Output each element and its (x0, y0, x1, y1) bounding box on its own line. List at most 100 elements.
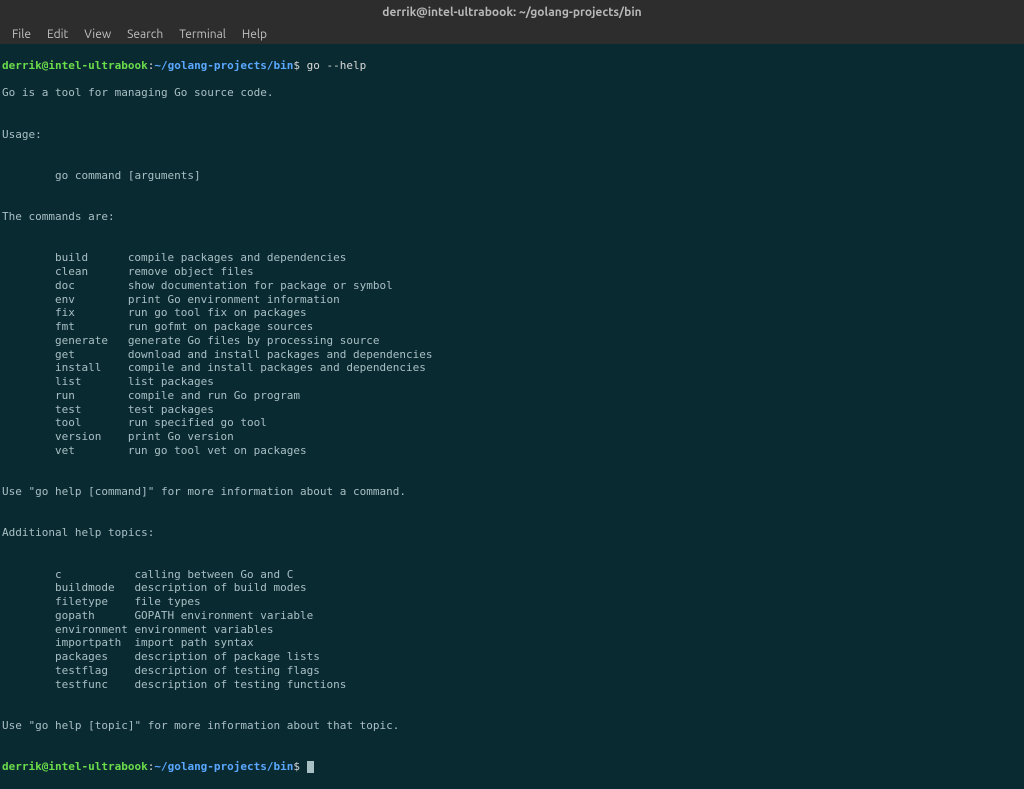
prompt-path: ~/golang-projects/bin (154, 760, 293, 773)
command-desc: run go tool vet on packages (128, 444, 307, 457)
command-row: generategenerate Go files by processing … (2, 334, 379, 347)
command-row: runcompile and run Go program (2, 389, 300, 402)
topic-name: filetype (55, 595, 134, 609)
window-title: derrik@intel-ultrabook: ~/golang-project… (382, 6, 641, 19)
topic-name: environment (55, 623, 134, 637)
command-desc: run specified go tool (128, 416, 267, 429)
menubar: File Edit View Search Terminal Help (0, 24, 1024, 44)
command-desc: list packages (128, 375, 214, 388)
command-name: doc (55, 279, 128, 293)
command-row: installcompile and install packages and … (2, 361, 426, 374)
command-desc: compile and install packages and depende… (128, 361, 426, 374)
prompt-user: derrik@intel-ultrabook (2, 59, 148, 72)
topic-row: packagesdescription of package lists (2, 650, 320, 663)
help-topic-hint: Use "go help [topic]" for more informati… (2, 719, 399, 732)
output-intro: Go is a tool for managing Go source code… (2, 86, 274, 99)
command-name: tool (55, 416, 128, 430)
topic-row: environmentenvironment variables (2, 623, 274, 636)
command-row: envprint Go environment information (2, 293, 340, 306)
command-desc: print Go environment information (128, 293, 340, 306)
command-desc: compile packages and dependencies (128, 251, 347, 264)
command-name: list (55, 375, 128, 389)
command-row: testtest packages (2, 403, 214, 416)
topic-desc: description of testing flags (134, 664, 319, 677)
topic-name: importpath (55, 636, 134, 650)
menu-terminal[interactable]: Terminal (171, 28, 234, 41)
topic-desc: description of build modes (134, 581, 306, 594)
command-name: env (55, 293, 128, 307)
topic-name: gopath (55, 609, 134, 623)
command-name: fmt (55, 320, 128, 334)
topic-desc: description of package lists (134, 650, 319, 663)
usage-label: Usage: (2, 128, 42, 141)
command-row: listlist packages (2, 375, 214, 388)
topic-desc: environment variables (134, 623, 273, 636)
topic-name: c (55, 568, 134, 582)
command-desc: generate Go files by processing source (128, 334, 380, 347)
cursor-icon (307, 761, 314, 773)
command-name: fix (55, 306, 128, 320)
command-name: generate (55, 334, 128, 348)
command-desc: test packages (128, 403, 214, 416)
command-name: vet (55, 444, 128, 458)
command-name: run (55, 389, 128, 403)
terminal-viewport[interactable]: derrik@intel-ultrabook:~/golang-projects… (0, 44, 1024, 789)
menu-view[interactable]: View (76, 28, 119, 41)
command-name: install (55, 361, 128, 375)
commands-header: The commands are: (2, 210, 115, 223)
prompt-path: ~/golang-projects/bin (154, 59, 293, 72)
topic-row: testfuncdescription of testing functions (2, 678, 346, 691)
menu-search[interactable]: Search (119, 28, 171, 41)
prompt-dollar: $ (293, 59, 300, 72)
command-desc: run go tool fix on packages (128, 306, 307, 319)
topic-desc: calling between Go and C (134, 568, 293, 581)
menu-help[interactable]: Help (234, 28, 275, 41)
topics-header: Additional help topics: (2, 526, 154, 539)
menu-edit[interactable]: Edit (39, 28, 76, 41)
topic-name: buildmode (55, 581, 134, 595)
topic-row: ccalling between Go and C (2, 568, 293, 581)
command-desc: download and install packages and depend… (128, 348, 433, 361)
topic-row: buildmodedescription of build modes (2, 581, 307, 594)
command-row: docshow documentation for package or sym… (2, 279, 393, 292)
command-name: version (55, 430, 128, 444)
prompt-line-1: derrik@intel-ultrabook:~/golang-projects… (2, 59, 1022, 73)
command-row: fixrun go tool fix on packages (2, 306, 307, 319)
command-row: fmtrun gofmt on package sources (2, 320, 313, 333)
usage-text: go command [arguments] (55, 169, 201, 182)
usage-line: go command [arguments] (2, 169, 201, 182)
prompt-user: derrik@intel-ultrabook (2, 760, 148, 773)
command-row: toolrun specified go tool (2, 416, 267, 429)
prompt-dollar: $ (293, 760, 300, 773)
command-name: test (55, 403, 128, 417)
entered-command: go --help (307, 59, 367, 72)
window-titlebar: derrik@intel-ultrabook: ~/golang-project… (0, 0, 1024, 24)
command-desc: run gofmt on package sources (128, 320, 313, 333)
topic-desc: file types (134, 595, 200, 608)
prompt-sep: : (148, 760, 155, 773)
topic-row: testflagdescription of testing flags (2, 664, 320, 677)
topic-row: importpathimport path syntax (2, 636, 254, 649)
topic-row: gopathGOPATH environment variable (2, 609, 313, 622)
command-name: build (55, 251, 128, 265)
topic-name: testfunc (55, 678, 134, 692)
menu-file[interactable]: File (4, 28, 39, 41)
command-name: get (55, 348, 128, 362)
topic-desc: description of testing functions (134, 678, 346, 691)
command-row: getdownload and install packages and dep… (2, 348, 432, 361)
topic-name: testflag (55, 664, 134, 678)
topic-row: filetypefile types (2, 595, 201, 608)
command-desc: show documentation for package or symbol (128, 279, 393, 292)
command-row: buildcompile packages and dependencies (2, 251, 346, 264)
prompt-line-2[interactable]: derrik@intel-ultrabook:~/golang-projects… (2, 760, 1022, 774)
command-row: versionprint Go version (2, 430, 234, 443)
command-desc: remove object files (128, 265, 254, 278)
topic-name: packages (55, 650, 134, 664)
help-command-hint: Use "go help [command]" for more informa… (2, 485, 406, 498)
topic-desc: GOPATH environment variable (134, 609, 313, 622)
command-name: clean (55, 265, 128, 279)
command-desc: compile and run Go program (128, 389, 300, 402)
command-desc: print Go version (128, 430, 234, 443)
command-row: cleanremove object files (2, 265, 254, 278)
command-row: vetrun go tool vet on packages (2, 444, 307, 457)
